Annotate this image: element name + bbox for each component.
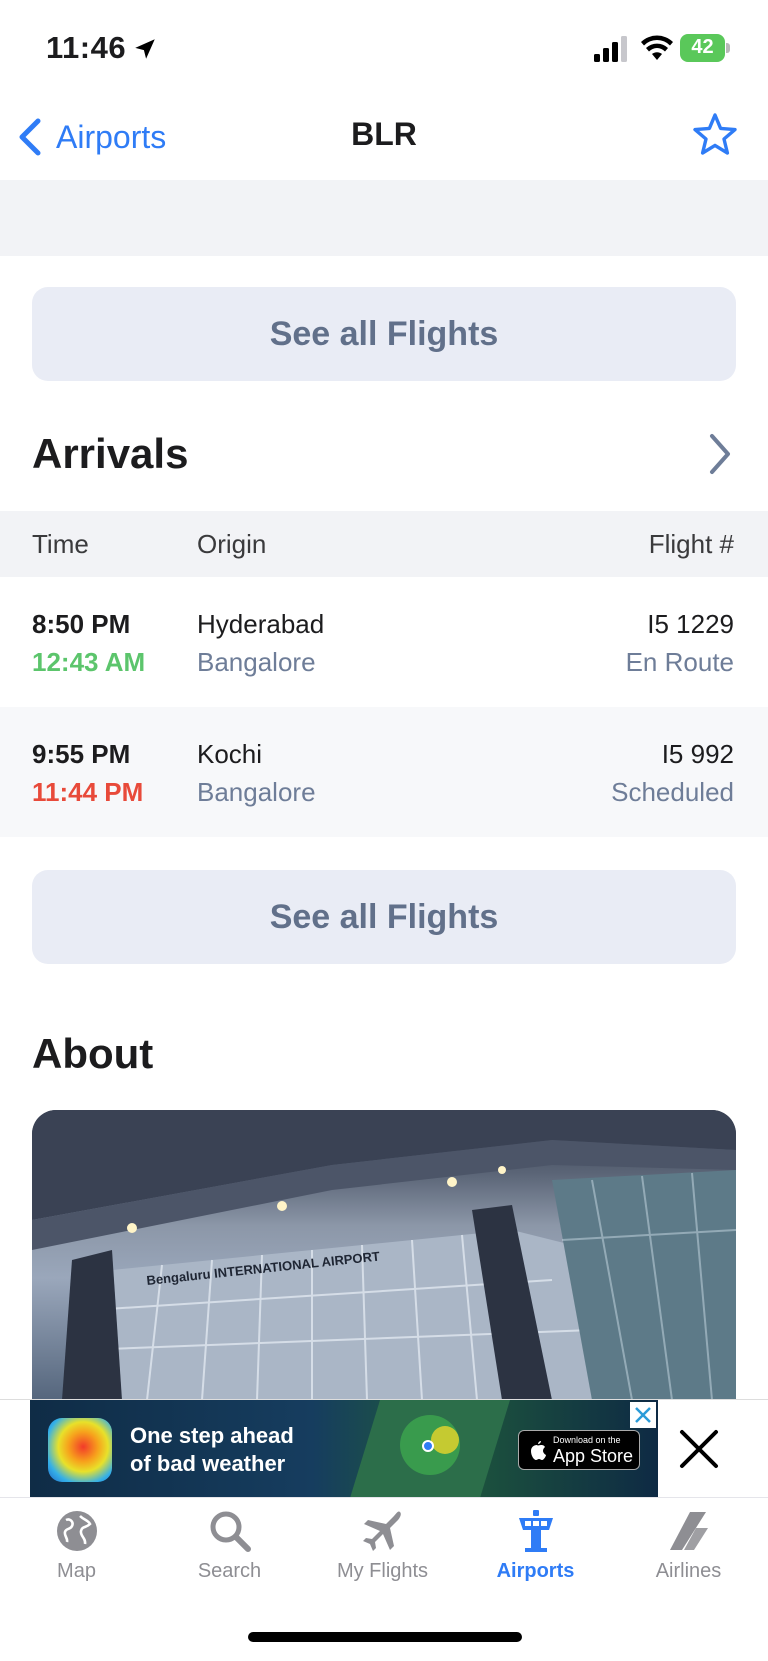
actual-time: 12:43 AM	[32, 647, 146, 677]
scheduled-time: 8:50 PM	[32, 609, 131, 639]
actual-time: 11:44 PM	[32, 777, 144, 807]
ad-banner[interactable]: One step ahead of bad weather Download o…	[30, 1400, 658, 1498]
origin-city: Kochi	[197, 739, 263, 769]
page-title: BLR	[351, 116, 417, 152]
ad-headline-line2: of bad weather	[130, 1451, 286, 1476]
navigation-bar: Airports BLR	[0, 100, 768, 180]
tab-map[interactable]: Map	[0, 1508, 153, 1598]
flight-status: Scheduled	[611, 777, 734, 807]
ad-bar: One step ahead of bad weather Download o…	[0, 1399, 768, 1498]
tab-label: Airlines	[655, 1560, 722, 1582]
store-badge-text: App Store	[553, 1446, 634, 1466]
ad-headline-line1: One step ahead	[130, 1423, 294, 1448]
battery-icon: 42	[680, 34, 730, 62]
battery-level: 42	[691, 36, 714, 58]
close-ad-icon[interactable]	[674, 1424, 724, 1474]
arrivals-title: Arrivals	[32, 430, 189, 477]
airline-tail-icon	[669, 1512, 708, 1550]
ad-info-close-icon[interactable]	[630, 1402, 656, 1428]
chevron-right-icon[interactable]	[706, 432, 734, 476]
tab-search[interactable]: Search	[153, 1508, 306, 1598]
airport-terminal-illustration: Bengaluru INTERNATIONAL AIRPORT	[32, 1110, 736, 1400]
see-all-arrivals-button[interactable]: See all Flights	[32, 870, 736, 964]
destination-city: Bangalore	[197, 647, 316, 677]
flight-status: En Route	[625, 647, 734, 677]
header-spacer	[0, 180, 768, 256]
column-time: Time	[32, 529, 89, 559]
globe-icon	[56, 1511, 97, 1551]
flight-number: I5 992	[661, 739, 734, 769]
arrival-row[interactable]: 9:55 PM 11:44 PM Kochi Bangalore I5 992 …	[0, 707, 768, 837]
tab-label: Map	[57, 1560, 96, 1582]
tab-label: My Flights	[336, 1560, 429, 1582]
cellular-signal-icon	[594, 36, 627, 62]
location-arrow-icon	[135, 39, 155, 59]
arrival-row[interactable]: 8:50 PM 12:43 AM Hyderabad Bangalore I5 …	[0, 577, 768, 707]
tab-label: Airports	[496, 1560, 575, 1582]
tab-airlines[interactable]: Airlines	[612, 1508, 765, 1598]
search-icon	[210, 1511, 251, 1552]
airport-photo: Bengaluru INTERNATIONAL AIRPORT	[32, 1110, 736, 1400]
wifi-icon	[641, 35, 673, 60]
apple-logo-icon	[531, 1441, 546, 1460]
store-badge-small-text: Download on the	[553, 1435, 621, 1445]
scheduled-time: 9:55 PM	[32, 739, 131, 769]
column-flight: Flight #	[648, 529, 734, 559]
status-time: 11:46	[46, 30, 127, 65]
see-all-departures-button[interactable]: See all Flights	[32, 287, 736, 381]
origin-city: Hyderabad	[197, 609, 325, 639]
flight-number: I5 1229	[647, 609, 734, 639]
favorite-star-icon[interactable]	[692, 112, 738, 158]
about-title: About	[32, 1030, 154, 1077]
home-indicator	[248, 1632, 522, 1642]
tab-my-flights[interactable]: My Flights	[306, 1508, 459, 1598]
plane-icon	[362, 1511, 401, 1551]
tab-airports[interactable]: Airports	[459, 1508, 612, 1598]
destination-city: Bangalore	[197, 777, 316, 807]
weather-app-icon	[48, 1418, 112, 1482]
app-store-badge[interactable]: Download on the App Store	[518, 1430, 640, 1470]
radar-map-graphic	[350, 1400, 510, 1498]
status-bar: 11:46 42	[0, 0, 768, 100]
tab-label: Search	[197, 1560, 262, 1582]
column-origin: Origin	[197, 529, 267, 559]
control-tower-icon	[518, 1510, 553, 1552]
arrivals-table-header: Time Origin Flight #	[0, 511, 768, 577]
